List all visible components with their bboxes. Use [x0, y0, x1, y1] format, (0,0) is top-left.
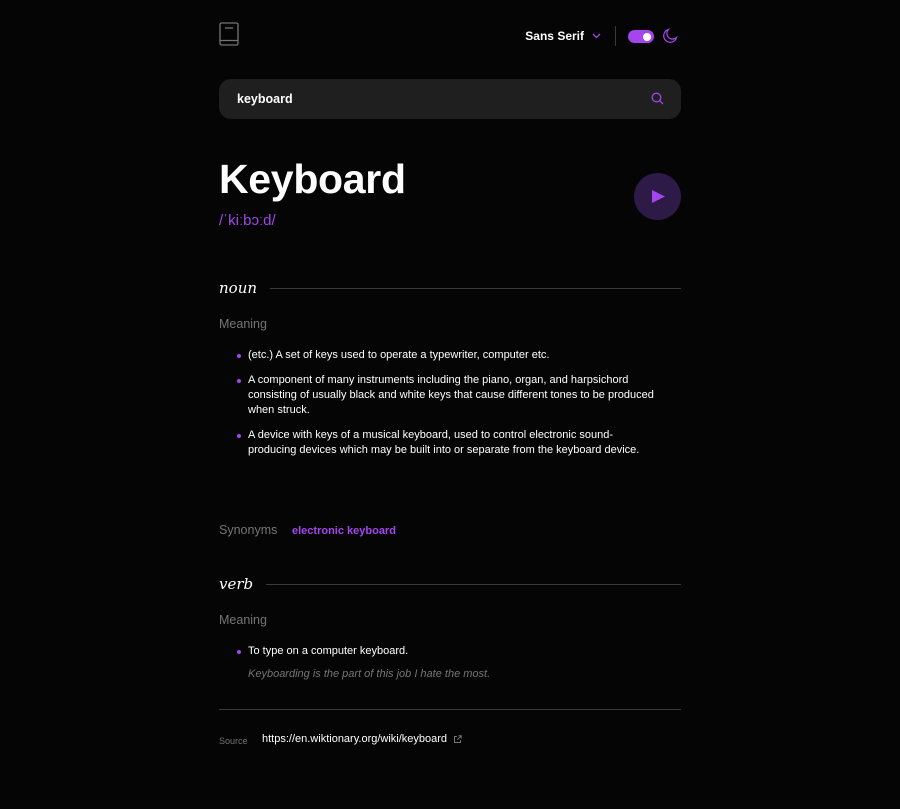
font-family-label: Sans Serif [525, 29, 584, 43]
section-divider [266, 583, 681, 585]
theme-toggle[interactable] [628, 30, 654, 43]
source-url: https://en.wiktionary.org/wiki/keyboard [262, 733, 448, 745]
search-icon[interactable] [651, 92, 664, 105]
noun-definitions-list: (etc.) A set of keys used to operate a t… [237, 348, 657, 468]
verb-heading: verb [219, 575, 681, 593]
synonyms-label: Synonyms [219, 523, 278, 537]
verb-meaning-label: Meaning [219, 613, 267, 627]
definition-item: A device with keys of a musical keyboard… [237, 428, 657, 458]
header-divider [615, 26, 616, 46]
noun-meaning-label: Meaning [219, 317, 267, 331]
source-link[interactable]: https://en.wiktionary.org/wiki/keyboard [262, 733, 462, 745]
book-icon [219, 22, 239, 46]
noun-heading: noun [219, 279, 681, 297]
play-audio-button[interactable] [634, 173, 681, 220]
part-of-speech-verb: verb [219, 575, 254, 593]
theme-toggle-knob [643, 32, 651, 41]
verb-definitions-list: To type on a computer keyboard. [237, 644, 657, 669]
definition-item: (etc.) A set of keys used to operate a t… [237, 348, 657, 363]
part-of-speech-noun: noun [219, 279, 258, 297]
search-bar [219, 79, 681, 119]
usage-example: Keyboarding is the part of this job I ha… [248, 668, 491, 680]
definition-item: A component of many instruments includin… [237, 373, 657, 418]
definition-item: To type on a computer keyboard. [237, 644, 657, 659]
section-divider [270, 287, 681, 289]
synonym-link[interactable]: electronic keyboard [292, 525, 396, 537]
moon-icon [663, 28, 678, 43]
chevron-down-icon [592, 33, 601, 39]
play-icon [652, 190, 665, 203]
font-family-dropdown[interactable]: Sans Serif [525, 29, 601, 43]
footer-divider [219, 709, 681, 710]
word-title: Keyboard [219, 156, 406, 202]
search-input[interactable] [219, 79, 681, 119]
source-label: Source [219, 736, 248, 746]
external-link-icon [454, 734, 462, 743]
phonetic-text: /ˈkiːbɔːd/ [219, 212, 276, 229]
